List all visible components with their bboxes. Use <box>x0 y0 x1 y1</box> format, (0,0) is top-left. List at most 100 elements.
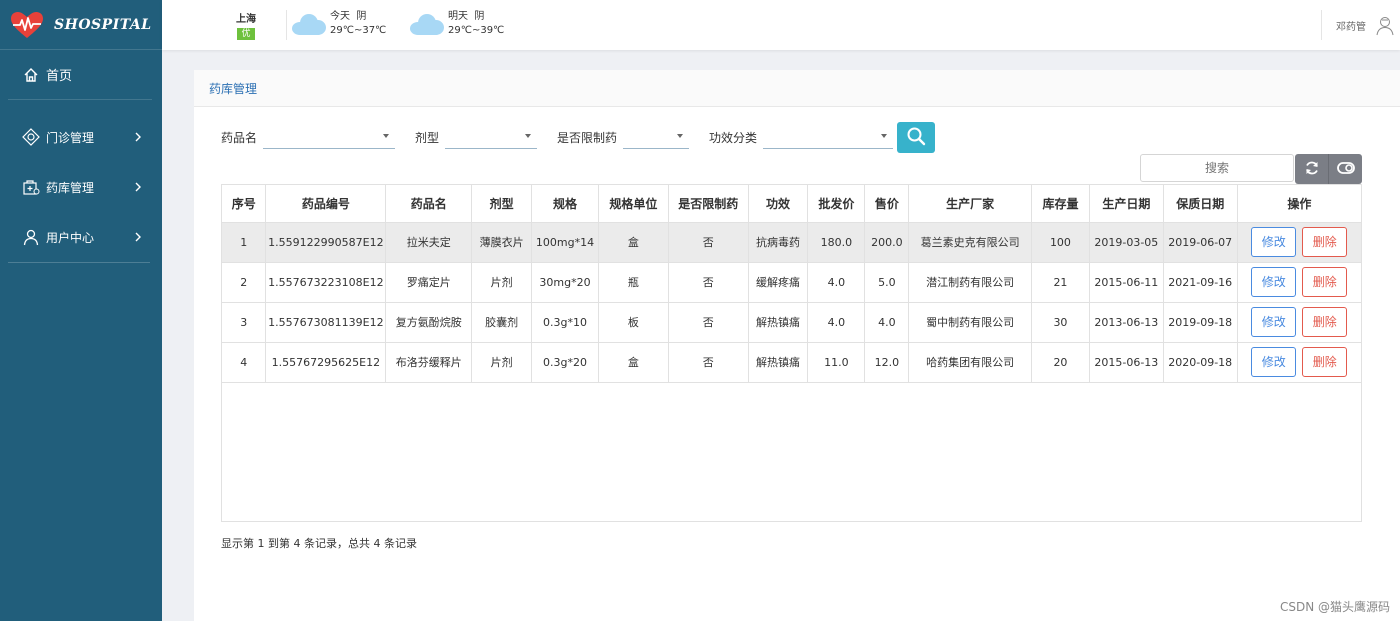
table-cell: 1.55767295625E12 <box>265 342 387 383</box>
search-button[interactable] <box>897 122 935 153</box>
table-cell: 拉米夫定 <box>385 222 473 263</box>
table-cell: 盒 <box>598 222 669 263</box>
table-cell: 薄膜衣片 <box>471 222 533 263</box>
column-header[interactable]: 生产厂家 <box>908 185 1032 223</box>
table-cell: 解热镇痛 <box>748 302 809 343</box>
column-header[interactable]: 保质日期 <box>1163 185 1238 223</box>
chevron-right-icon <box>134 181 142 195</box>
sidebar: SHOSPITAL 首页 门诊管理 药库管理 用户中心 <box>0 0 162 621</box>
column-header[interactable]: 剂型 <box>471 185 533 223</box>
logo[interactable]: SHOSPITAL <box>0 0 162 50</box>
table-cell: 3 <box>222 302 267 343</box>
table-cell: 2020-09-18 <box>1163 342 1238 383</box>
sidebar-item-user-center[interactable]: 用户中心 <box>0 212 162 262</box>
cloud-icon <box>292 12 326 36</box>
row-actions: 修改 删除 <box>1237 222 1361 263</box>
table-toolbar <box>1295 154 1362 184</box>
table-cell: 11.0 <box>807 342 866 383</box>
dosage-select[interactable] <box>445 125 538 149</box>
table-cell: 复方氨酚烷胺 <box>385 302 473 343</box>
refresh-button[interactable] <box>1295 154 1328 184</box>
home-icon <box>22 66 40 84</box>
table-search-input[interactable] <box>1140 154 1294 182</box>
weather-condition: 阴 <box>474 11 485 22</box>
edit-button[interactable]: 修改 <box>1251 307 1297 337</box>
filter-bar: 药品名 剂型 是否限制药 功效分类 <box>221 120 913 154</box>
efficacy-select[interactable] <box>763 125 894 149</box>
drug-table: 序号 药品编号 药品名 剂型 规格 规格单位 是否限制药 功效 批发价 售价 生… <box>221 184 1362 522</box>
column-header[interactable]: 批发价 <box>807 185 866 223</box>
caret-down-icon <box>677 134 684 138</box>
sidebar-item-pharmacy[interactable]: 药库管理 <box>0 162 162 212</box>
table-cell: 1.557673081139E12 <box>265 302 387 343</box>
refresh-icon <box>1304 160 1320 179</box>
toggle-icon <box>1336 161 1355 177</box>
cloud-icon <box>410 12 444 36</box>
table-cell: 4.0 <box>807 262 866 303</box>
table-cell: 布洛芬缓释片 <box>385 342 473 383</box>
delete-button[interactable]: 删除 <box>1302 347 1348 377</box>
user-menu[interactable]: 邓药管 <box>1321 0 1400 50</box>
row-actions: 修改 删除 <box>1237 302 1361 343</box>
edit-button[interactable]: 修改 <box>1251 347 1297 377</box>
table-cell: 1.559122990587E12 <box>265 222 387 263</box>
logo-text: SHOSPITAL <box>54 16 152 33</box>
table-cell: 否 <box>668 342 749 383</box>
delete-button[interactable]: 删除 <box>1302 267 1348 297</box>
column-header[interactable]: 药品名 <box>385 185 473 223</box>
table-cell: 2019-09-18 <box>1163 302 1238 343</box>
table-cell: 2 <box>222 262 267 303</box>
column-header[interactable]: 是否限制药 <box>668 185 749 223</box>
table-cell: 30 <box>1031 302 1090 343</box>
filter-label: 是否限制药 <box>557 130 618 145</box>
city-name: 上海 <box>236 14 256 25</box>
sidebar-item-clinic[interactable]: 门诊管理 <box>0 112 162 162</box>
column-header[interactable]: 药品编号 <box>265 185 387 223</box>
table-cell: 2021-09-16 <box>1163 262 1238 303</box>
table-cell: 4.0 <box>807 302 866 343</box>
filter-label: 功效分类 <box>709 130 758 145</box>
table-row[interactable]: 1 1.559122990587E12 拉米夫定 薄膜衣片 100mg*14 盒… <box>222 222 1361 263</box>
chevron-right-icon <box>134 231 142 245</box>
table-cell: 1 <box>222 222 267 263</box>
chevron-right-icon <box>134 131 142 145</box>
toggle-view-button[interactable] <box>1328 154 1362 184</box>
column-header[interactable]: 序号 <box>222 185 267 223</box>
table-cell: 12.0 <box>864 342 910 383</box>
column-header: 操作 <box>1237 185 1361 223</box>
table-cell: 否 <box>668 302 749 343</box>
table-cell: 4.0 <box>864 302 910 343</box>
edit-button[interactable]: 修改 <box>1251 267 1297 297</box>
column-header[interactable]: 规格单位 <box>598 185 669 223</box>
table-cell: 4 <box>222 342 267 383</box>
edit-button[interactable]: 修改 <box>1251 227 1297 257</box>
table-row[interactable]: 4 1.55767295625E12 布洛芬缓释片 片剂 0.3g*20 盒 否… <box>222 342 1361 383</box>
table-cell: 缓解疼痛 <box>748 262 809 303</box>
column-header[interactable]: 规格 <box>531 185 599 223</box>
table-cell: 葛兰素史克有限公司 <box>908 222 1032 263</box>
delete-button[interactable]: 删除 <box>1302 307 1348 337</box>
pagination-info: 显示第 1 到第 4 条记录，总共 4 条记录 <box>221 537 417 550</box>
divider <box>1321 10 1322 40</box>
column-header[interactable]: 库存量 <box>1031 185 1090 223</box>
delete-button[interactable]: 删除 <box>1302 227 1348 257</box>
column-header[interactable]: 生产日期 <box>1089 185 1164 223</box>
weather-day-label: 今天 <box>330 11 350 22</box>
caret-down-icon <box>881 134 888 138</box>
table-cell: 板 <box>598 302 669 343</box>
table-row[interactable]: 2 1.557673223108E12 罗痛定片 片剂 30mg*20 瓶 否 … <box>222 262 1361 303</box>
table-cell: 0.3g*20 <box>531 342 599 383</box>
column-header[interactable]: 功效 <box>748 185 809 223</box>
restricted-select[interactable] <box>623 125 690 149</box>
sidebar-item-label: 用户中心 <box>46 230 95 245</box>
table-cell: 5.0 <box>864 262 910 303</box>
caret-down-icon <box>525 134 532 138</box>
row-actions: 修改 删除 <box>1237 342 1361 383</box>
table-row[interactable]: 3 1.557673081139E12 复方氨酚烷胺 胶囊剂 0.3g*10 板… <box>222 302 1361 343</box>
topbar: 上海 优 今天 阴 29℃~37℃ 明天 阴 29℃~39℃ 邓药管 <box>162 0 1400 50</box>
table-cell: 否 <box>668 222 749 263</box>
sidebar-item-home[interactable]: 首页 <box>8 50 152 100</box>
table-cell: 2015-06-13 <box>1089 342 1164 383</box>
drug-name-select[interactable] <box>263 125 396 149</box>
column-header[interactable]: 售价 <box>864 185 910 223</box>
